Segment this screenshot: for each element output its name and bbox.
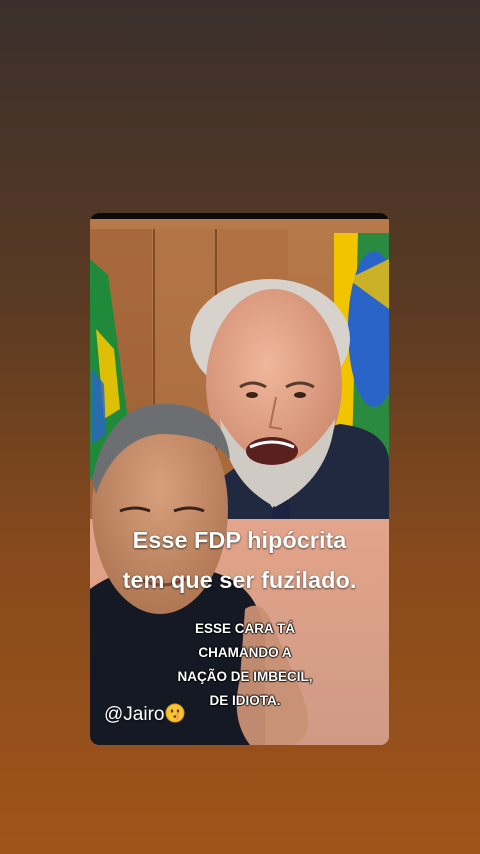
headline-caption-line-1: Esse FDP hipócrita [132, 527, 347, 553]
story-media-card[interactable]: Esse FDP hipócrita tem que ser fuzilado.… [90, 213, 389, 745]
overlay-caption-line-3: NAÇÃO DE IMBECIL, [177, 669, 313, 684]
overlay-caption-line-2: CHAMANDO A [198, 645, 292, 660]
author-handle[interactable]: @Jairo [104, 703, 185, 727]
overlay-caption-line-4: DE IDIOTA. [209, 693, 281, 708]
headline-caption-line-2: tem que ser fuzilado. [122, 567, 357, 593]
shushing-face-emoji-icon [165, 703, 185, 723]
author-handle-text: @Jairo [104, 704, 165, 725]
overlay-caption-line-1: ESSE CARA TÁ [194, 621, 295, 636]
